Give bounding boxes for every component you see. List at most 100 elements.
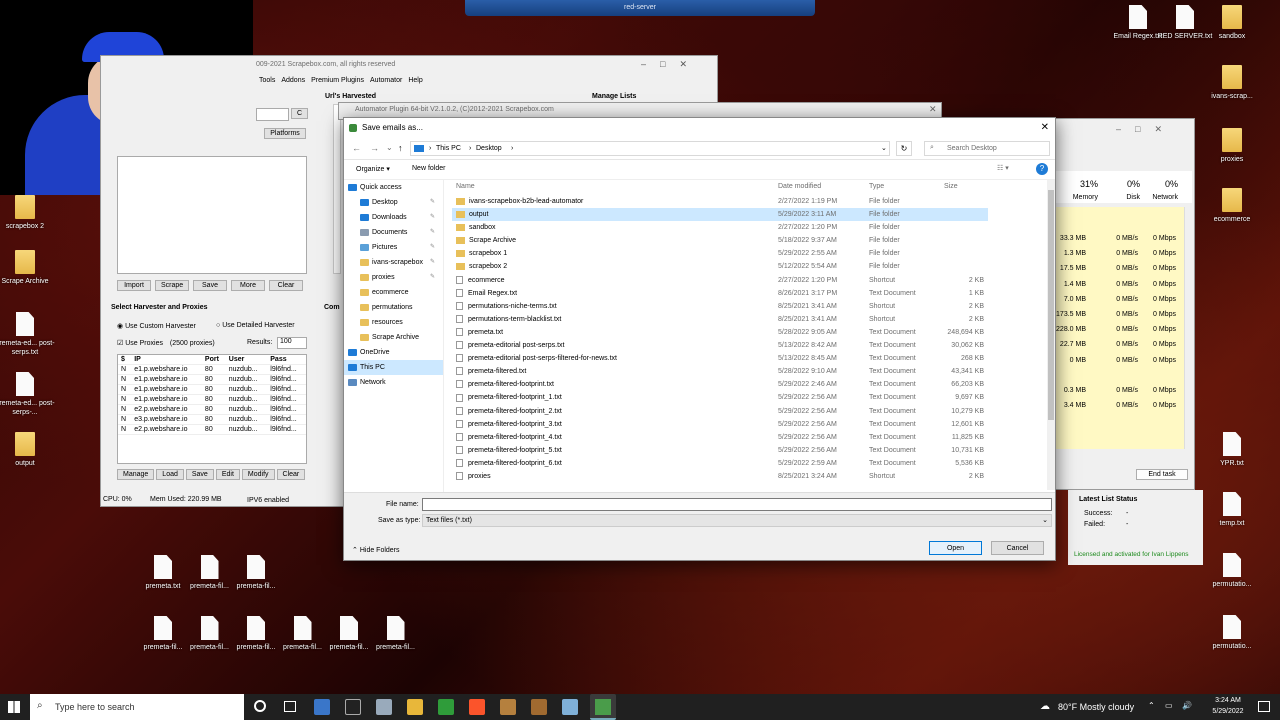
desktop-icon[interactable]: output — [0, 432, 55, 468]
organize-button[interactable]: Organize ▾ — [356, 165, 390, 173]
nav-item-ivans-scrapebox[interactable]: ivans-scrapebox ✎ — [344, 255, 443, 270]
file-row[interactable]: premeta-filtered-footprint_5.txt 5/29/202… — [452, 444, 1047, 457]
desktop-icon[interactable]: permutatio... — [1202, 553, 1262, 589]
desktop-icon[interactable]: temp.txt — [1202, 492, 1262, 528]
menu-item[interactable]: Premium Plugins — [311, 77, 364, 84]
app-pen-icon[interactable] — [562, 699, 578, 715]
taskmgr-scrollbar[interactable] — [1184, 207, 1192, 449]
keywords-textarea[interactable] — [117, 156, 307, 274]
proxy-row[interactable]: Ne1.p.webshare.io 80 nuzdub... l9l6fnd... — [118, 374, 306, 385]
proxy-table[interactable]: $ IP Port User Pass Ne1.p.webshare.io 80 nuzdub… — [117, 354, 307, 464]
desktop-icon[interactable]: proxies — [1202, 128, 1262, 164]
address-bar[interactable]: › This PC › Desktop › ⌄ — [410, 141, 890, 156]
new-folder-button[interactable]: New folder — [412, 165, 445, 172]
app-box-icon[interactable] — [500, 699, 516, 715]
proxy-column-header[interactable]: IP — [131, 355, 202, 365]
proxy-row[interactable]: Ne2.p.webshare.io 80 nuzdub... l9l6fnd... — [118, 424, 306, 435]
file-row[interactable]: output 5/29/2022 3:11 AM File folder — [452, 208, 988, 222]
end-task-button[interactable]: End task — [1136, 469, 1188, 480]
notepad-plus-icon[interactable] — [438, 699, 454, 715]
nav-item-network[interactable]: Network — [344, 375, 443, 390]
nav-item-scrape-archive[interactable]: Scrape Archive — [344, 330, 443, 345]
task-view-icon[interactable] — [284, 701, 296, 712]
file-row[interactable]: premeta-filtered-footprint_3.txt 5/29/202… — [452, 418, 1047, 431]
automator-close-icon[interactable]: ✕ — [929, 104, 937, 115]
menu-item[interactable]: Tools — [259, 77, 275, 84]
cancel-button[interactable]: Cancel — [991, 541, 1044, 555]
proxy-row[interactable]: Ne3.p.webshare.io 80 nuzdub... l9l6fnd... — [118, 414, 306, 425]
network-taskbar-icon[interactable] — [376, 699, 392, 715]
menu-item[interactable]: Help — [408, 77, 422, 84]
view-options-icon[interactable]: ☷ ▾ — [997, 164, 1009, 172]
file-row[interactable]: premeta-filtered.txt 5/28/2022 9:10 AM Tex… — [452, 365, 1047, 378]
file-row[interactable]: permutations-term-blacklist.txt 8/25/2021… — [452, 313, 1047, 326]
column-date[interactable]: Date modified — [778, 180, 821, 193]
proxy-action-button[interactable]: Clear — [276, 469, 306, 480]
clock-date[interactable]: 5/29/2022 — [1205, 708, 1251, 715]
keyword-action-button[interactable]: Import — [117, 280, 151, 291]
file-row[interactable]: proxies 8/25/2021 3:24 AM Shortcut 2 KB — [452, 470, 1047, 483]
file-list-scrollbar[interactable] — [1047, 180, 1055, 490]
recent-chevron-icon[interactable]: ⌄ — [386, 143, 393, 152]
file-name-input[interactable] — [422, 498, 1052, 511]
keyword-action-button[interactable]: Save — [193, 280, 227, 291]
file-row[interactable]: scrapebox 1 5/29/2022 2:55 AM File folder — [452, 247, 1047, 260]
desktop-icon[interactable]: ivans-scrap... — [1202, 65, 1262, 101]
taskbar-search-box[interactable]: ⌕ Type here to search — [30, 694, 244, 720]
menu-item[interactable]: Addons — [281, 77, 305, 84]
desktop-icon[interactable]: premeta-ed... post-serps-... — [0, 372, 55, 417]
use-proxies-checkbox[interactable]: ☑ Use Proxies (2500 proxies) — [117, 339, 215, 347]
weather-text[interactable]: 80°F Mostly cloudy — [1058, 702, 1134, 712]
proxy-row[interactable]: Ne2.p.webshare.io 80 nuzdub... l9l6fnd... — [118, 404, 306, 415]
proxy-action-button[interactable]: Load — [156, 469, 184, 480]
forward-arrow-icon[interactable]: → — [370, 143, 379, 153]
custom-harvester-radio[interactable]: ◉ Use Custom Harvester — [117, 322, 196, 330]
file-row[interactable]: premeta-editorial post-serps.txt 5/13/202… — [452, 339, 1047, 352]
file-row[interactable]: premeta.txt 5/28/2022 9:05 AM Text Documen… — [452, 326, 1047, 339]
breadcrumb-desktop[interactable]: Desktop — [476, 145, 502, 152]
scrapebox-window-controls[interactable]: –□✕ — [641, 59, 701, 70]
perf-column-name[interactable]: Memory — [1060, 194, 1098, 201]
file-row[interactable]: scrapebox 2 5/12/2022 5:54 AM File folder — [452, 260, 1047, 273]
file-row[interactable]: premeta-filtered-footprint_2.txt 5/29/202… — [452, 405, 1047, 418]
windows-start-icon[interactable] — [8, 701, 20, 713]
scrapebox-active-taskbar-icon[interactable] — [590, 694, 616, 720]
desktop-icon[interactable]: premeta-ed... post-serps.txt — [0, 312, 55, 357]
c-button[interactable]: C — [291, 108, 309, 119]
file-row[interactable]: premeta-filtered-footprint_4.txt 5/29/202… — [452, 431, 1047, 444]
brave-browser-icon[interactable] — [469, 699, 485, 715]
platforms-button[interactable]: Platforms — [264, 128, 306, 139]
proxy-action-button[interactable]: Edit — [215, 469, 240, 480]
nav-item-documents[interactable]: Documents ✎ — [344, 225, 443, 240]
desktop-icon[interactable]: premeta-fil... — [226, 555, 286, 591]
hide-folders-button[interactable]: ⌃ Hide Folders — [352, 546, 400, 554]
remote-desktop-bar[interactable]: red-server — [465, 0, 815, 16]
column-size[interactable]: Size — [944, 180, 958, 193]
detailed-harvester-radio[interactable]: ○ Use Detailed Harvester — [216, 322, 295, 329]
keyword-action-button[interactable]: Clear — [269, 280, 303, 291]
back-arrow-icon[interactable]: ← — [352, 143, 361, 153]
proxy-action-button[interactable]: Save — [185, 469, 214, 480]
breadcrumb-this-pc[interactable]: This PC — [436, 145, 461, 152]
proxy-row[interactable]: Ne1.p.webshare.io 80 nuzdub... l9l6fnd... — [118, 384, 306, 395]
perf-column-name[interactable]: Network — [1140, 194, 1178, 201]
nav-item-quick-access[interactable]: Quick access — [344, 180, 443, 195]
column-name[interactable]: Name — [456, 180, 475, 193]
results-input[interactable]: 100 — [277, 337, 307, 349]
nav-item-onedrive[interactable]: OneDrive — [344, 345, 443, 360]
desktop-icon[interactable]: permutatio... — [1202, 615, 1262, 651]
terminal-taskbar-icon[interactable] — [345, 699, 361, 715]
nav-item-desktop[interactable]: Desktop ✎ — [344, 195, 443, 210]
keyword-action-button[interactable]: Scrape — [155, 280, 189, 291]
file-row[interactable]: premeta-filtered-footprint_1.txt 5/29/202… — [452, 391, 1047, 404]
menu-item[interactable]: Automator — [370, 77, 402, 84]
proxy-column-header[interactable]: $ — [118, 355, 132, 365]
search-box[interactable]: ⌕ Search Desktop — [924, 141, 1050, 156]
nav-item-proxies[interactable]: proxies ✎ — [344, 270, 443, 285]
file-row[interactable]: Email Regex.txt 8/26/2021 3:17 PM Text Doc… — [452, 287, 1047, 300]
proxy-column-header[interactable]: Port — [201, 355, 226, 365]
desktop-icon[interactable]: sandbox — [1202, 5, 1262, 41]
nav-item-resources[interactable]: resources — [344, 315, 443, 330]
file-explorer-icon[interactable] — [407, 699, 423, 715]
desktop-icon[interactable]: premeta-fil... — [366, 616, 426, 652]
